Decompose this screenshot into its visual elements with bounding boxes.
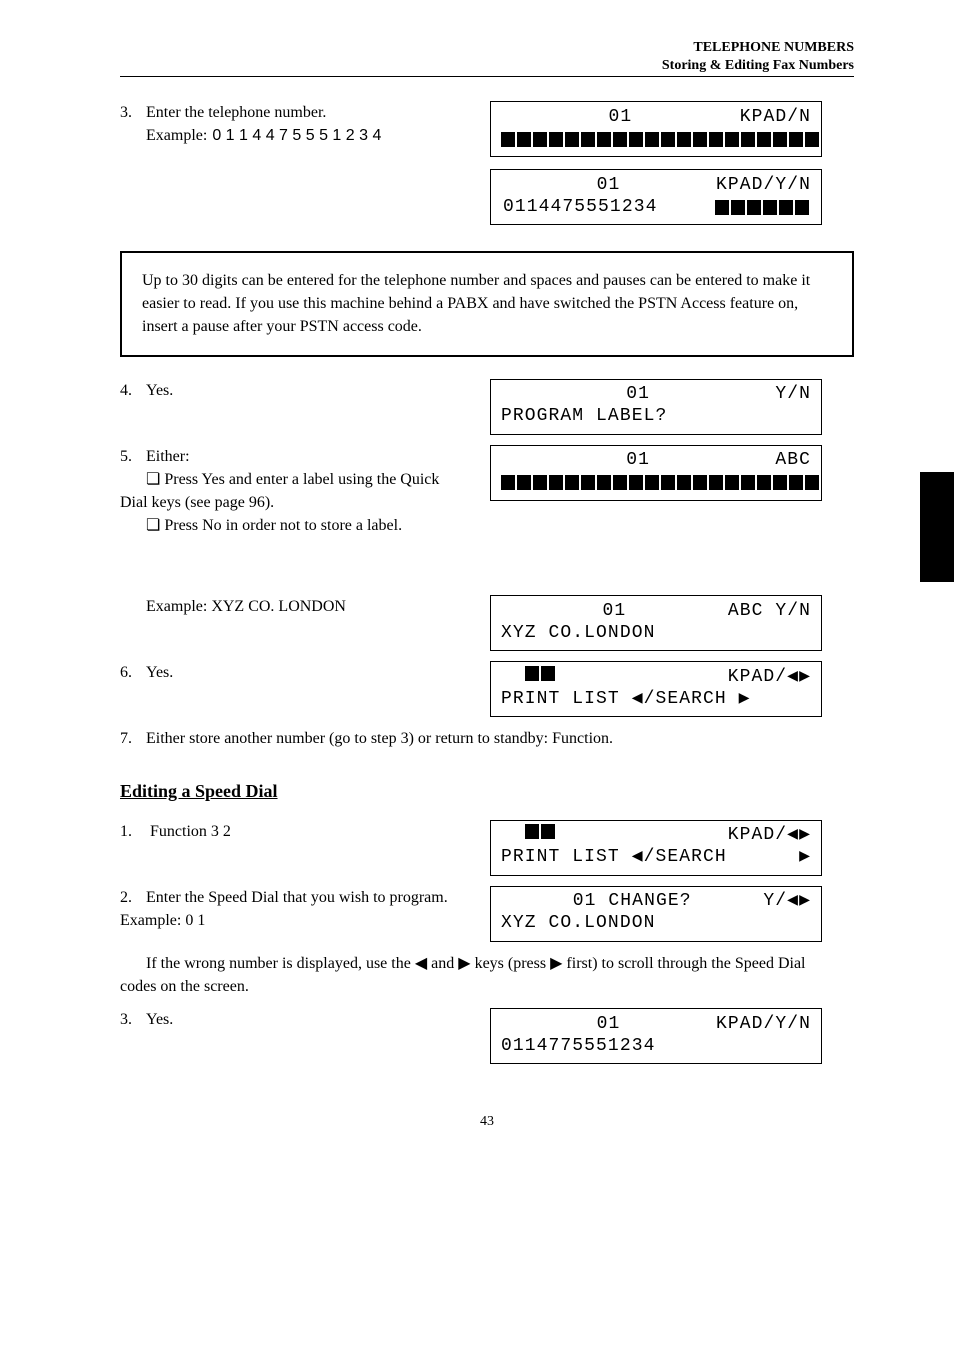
key-1: 1: [197, 912, 205, 929]
step-5-example: Example: XYZ CO. LONDON: [120, 595, 490, 618]
key-function: Function: [552, 730, 609, 747]
key-2: 2: [223, 823, 231, 840]
lcd-step3-filled: 01 KPAD/Y/N 0114475551234: [490, 169, 822, 225]
step-7-text: 7.Either store another number (go to ste…: [120, 727, 854, 750]
editing-heading: Editing a Speed Dial: [120, 781, 854, 802]
edit-step-3-text: 3.Yes.: [120, 1008, 490, 1031]
lcd-step4: 01 Y/N PROGRAM LABEL?: [490, 379, 822, 435]
page-number: 43: [120, 1114, 854, 1130]
cursor-blocks: [501, 475, 821, 490]
key-3: 3: [211, 823, 219, 840]
step-6-text: 6.Yes.: [120, 661, 490, 684]
step-5-text: 5.Either: ❏ Press Yes and enter a label …: [120, 445, 490, 538]
key-no: No: [202, 517, 222, 534]
edit-step-2-note: If the wrong number is displayed, use th…: [120, 952, 854, 998]
right-arrow-icon: ▶: [458, 955, 470, 972]
lcd-edit2: 01 CHANGE? Y/◀▶ XYZ CO.LONDON: [490, 886, 822, 942]
right-arrow-icon: ▶: [799, 845, 811, 869]
running-head-title: TELEPHONE NUMBERS: [120, 40, 854, 56]
step-4-text: 4.Yes.: [120, 379, 490, 402]
right-arrow-icon: ▶: [550, 955, 562, 972]
lcd-step5-xyz: 01 ABC Y/N XYZ CO.LONDON: [490, 595, 822, 651]
top-rule: [120, 76, 854, 77]
lcd-step6: KPAD/◀▶ PRINT LIST ◀/SEARCH ▶: [490, 661, 822, 717]
left-arrow-icon: ◀: [415, 955, 427, 972]
key-yes: Yes: [202, 471, 225, 488]
edit-step-2-text: 2.Enter the Speed Dial that you wish to …: [120, 886, 490, 932]
info-box: Up to 30 digits can be entered for the t…: [120, 251, 854, 357]
key-yes: Yes: [146, 1011, 169, 1028]
cursor-blocks: [501, 132, 821, 147]
section-tab: [920, 472, 954, 582]
cursor-blocks: [525, 666, 557, 681]
running-head-sub: Storing & Editing Fax Numbers: [120, 58, 854, 74]
lcd-step3-blank: 01 KPAD/N: [490, 101, 822, 157]
key-yes: Yes: [146, 382, 169, 399]
lcd-step5-abc: 01 ABC: [490, 445, 822, 501]
cursor-blocks: [525, 824, 557, 839]
key-0: 0: [185, 912, 193, 929]
lcd-edit3: 01 KPAD/Y/N 0114775551234: [490, 1008, 822, 1064]
cursor-blocks: [715, 200, 811, 215]
example-digits: 0 1 1 4 4 7 5 5 5 1 2 3 4: [211, 126, 382, 145]
key-yes: Yes: [146, 664, 169, 681]
edit-step-1-text: 1. Function 3 2: [120, 820, 490, 843]
lcd-edit1: KPAD/◀▶ PRINT LIST ◀/SEARCH▶: [490, 820, 822, 876]
key-function: Function: [150, 823, 207, 840]
step-3-text: 3.Enter the telephone number. Example: 0…: [120, 101, 490, 147]
